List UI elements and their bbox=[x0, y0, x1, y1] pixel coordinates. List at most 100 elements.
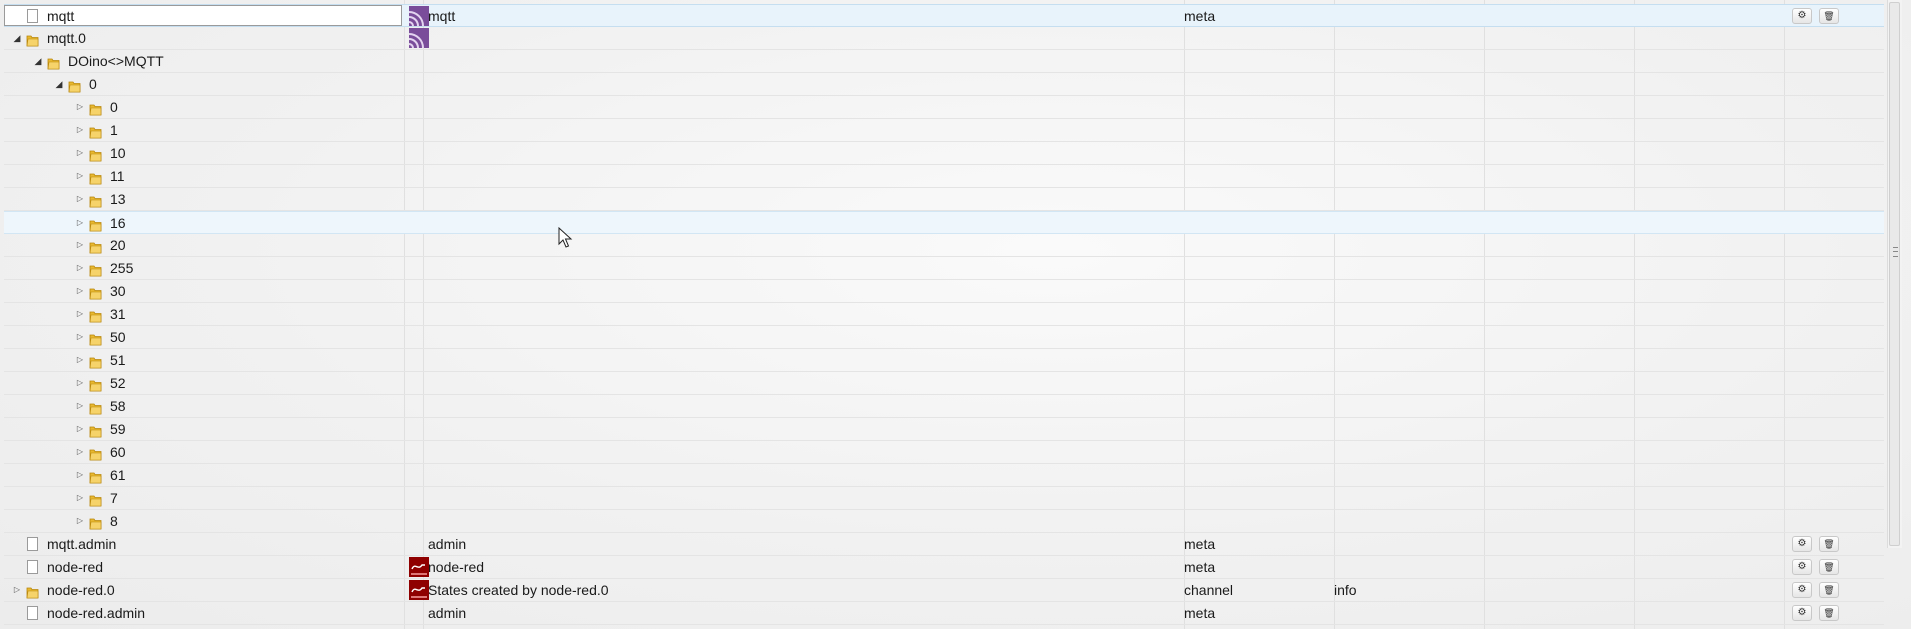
tree-row[interactable]: mqtt.admin admin meta ⚙ 🗑 bbox=[4, 533, 1884, 556]
tree-row[interactable]: ▷ 61 bbox=[4, 464, 1884, 487]
collapse-toggle-icon[interactable]: ◢ bbox=[33, 50, 43, 72]
tree-row[interactable]: ▷ 31 bbox=[4, 303, 1884, 326]
expand-toggle-icon[interactable]: ▷ bbox=[75, 510, 85, 532]
expand-toggle-icon[interactable]: ▷ bbox=[75, 257, 85, 279]
document-icon bbox=[27, 606, 38, 620]
mqtt-adapter-icon bbox=[409, 6, 429, 27]
object-id-cell[interactable]: ▷ node-red.0 bbox=[4, 579, 404, 601]
node-red-icon bbox=[409, 557, 429, 577]
tree-row[interactable]: ▷ 58 bbox=[4, 395, 1884, 418]
object-id-cell[interactable]: ▷ 59 bbox=[4, 418, 404, 440]
object-id-cell[interactable]: ▷ 58 bbox=[4, 395, 404, 417]
expand-toggle-icon[interactable]: ▷ bbox=[75, 119, 85, 141]
tree-row[interactable]: ▷ 60 bbox=[4, 441, 1884, 464]
tree-row[interactable]: ▷ 255 bbox=[4, 257, 1884, 280]
tree-row[interactable]: ▷ 10 bbox=[4, 142, 1884, 165]
expand-toggle-icon[interactable]: ▷ bbox=[75, 234, 85, 256]
object-id-cell[interactable]: ▷ 50 bbox=[4, 326, 404, 348]
delete-object-button[interactable]: 🗑 bbox=[1819, 536, 1839, 552]
tree-row[interactable]: ▷ 20 bbox=[4, 234, 1884, 257]
object-id-cell[interactable]: ◢ mqtt.0 bbox=[4, 27, 404, 49]
delete-object-button[interactable]: 🗑 bbox=[1819, 8, 1839, 24]
tree-row[interactable]: ◢ DOino<>MQTT bbox=[4, 50, 1884, 73]
object-name-cell bbox=[409, 50, 764, 72]
object-id-cell[interactable]: ▷ 8 bbox=[4, 510, 404, 532]
object-name-cell: node-red bbox=[409, 556, 764, 578]
collapse-toggle-icon[interactable]: ◢ bbox=[54, 73, 64, 95]
tree-row[interactable]: mqtt mqtt meta ⚙ 🗑 bbox=[4, 4, 1884, 27]
expand-toggle-icon[interactable]: ▷ bbox=[75, 303, 85, 325]
expand-toggle-icon[interactable]: ▷ bbox=[75, 142, 85, 164]
expand-toggle-icon[interactable]: ▷ bbox=[75, 441, 85, 463]
tree-row[interactable]: ▷ 52 bbox=[4, 372, 1884, 395]
expand-toggle-icon[interactable]: ▷ bbox=[75, 395, 85, 417]
object-id-cell[interactable]: ▷ 1 bbox=[4, 119, 404, 141]
expand-toggle-icon[interactable]: ▷ bbox=[75, 280, 85, 302]
object-id-cell[interactable]: ▷ 11 bbox=[4, 165, 404, 187]
object-id-cell[interactable]: ▷ 255 bbox=[4, 257, 404, 279]
tree-row[interactable]: ▷ 50 bbox=[4, 326, 1884, 349]
object-id-cell[interactable]: node-red.admin bbox=[4, 602, 404, 624]
tree-row[interactable]: ▷ 1 bbox=[4, 119, 1884, 142]
expand-toggle-icon[interactable]: ▷ bbox=[75, 212, 85, 234]
tree-row[interactable]: node-red node-red meta ⚙ 🗑 bbox=[4, 556, 1884, 579]
tree-row[interactable]: ▷ node-red.0 States created by node-red.0 c… bbox=[4, 579, 1884, 602]
tree-row[interactable]: ▷ 0 bbox=[4, 96, 1884, 119]
object-id-cell[interactable]: ◢ 0 bbox=[4, 73, 404, 95]
object-id-cell[interactable]: ▷ 61 bbox=[4, 464, 404, 486]
expand-toggle-icon[interactable]: ▷ bbox=[75, 464, 85, 486]
expand-toggle-icon[interactable]: ▷ bbox=[75, 96, 85, 118]
tree-row[interactable]: ▷ 11 bbox=[4, 165, 1884, 188]
object-type-cell: meta bbox=[1184, 536, 1216, 552]
object-id-label: 16 bbox=[110, 215, 126, 231]
object-id-cell[interactable]: ▷ 30 bbox=[4, 280, 404, 302]
vertical-scrollbar[interactable] bbox=[1887, 0, 1902, 548]
folder-icon bbox=[89, 330, 102, 346]
tree-row[interactable]: ▷ 51 bbox=[4, 349, 1884, 372]
delete-object-button[interactable]: 🗑 bbox=[1819, 559, 1839, 575]
object-id-cell[interactable]: ▷ 16 bbox=[4, 212, 404, 234]
collapse-toggle-icon[interactable]: ◢ bbox=[12, 27, 22, 49]
tree-row[interactable]: node-red.admin admin meta ⚙ 🗑 bbox=[4, 602, 1884, 625]
expand-toggle-icon[interactable]: ▷ bbox=[75, 487, 85, 509]
delete-object-button[interactable]: 🗑 bbox=[1819, 582, 1839, 598]
expand-toggle-icon[interactable]: ▷ bbox=[75, 165, 85, 187]
object-id-cell[interactable]: ▷ 10 bbox=[4, 142, 404, 164]
expand-toggle-icon[interactable]: ▷ bbox=[75, 326, 85, 348]
object-id-cell[interactable]: node-red bbox=[4, 556, 404, 578]
object-id-cell[interactable]: ▷ 0 bbox=[4, 96, 404, 118]
edit-object-button[interactable]: ⚙ bbox=[1792, 582, 1812, 598]
object-id-cell[interactable]: ▷ 20 bbox=[4, 234, 404, 256]
edit-object-button[interactable]: ⚙ bbox=[1792, 8, 1812, 24]
object-id-cell[interactable]: ▷ 52 bbox=[4, 372, 404, 394]
tree-row[interactable]: ▷ 59 bbox=[4, 418, 1884, 441]
tree-row[interactable]: ◢ mqtt.0 bbox=[4, 27, 1884, 50]
tree-row[interactable]: ▷ 30 bbox=[4, 280, 1884, 303]
expand-toggle-icon[interactable]: ▷ bbox=[75, 418, 85, 440]
tree-row[interactable]: ▷ 8 bbox=[4, 510, 1884, 533]
edit-object-button[interactable]: ⚙ bbox=[1792, 536, 1812, 552]
delete-object-button[interactable]: 🗑 bbox=[1819, 605, 1839, 621]
edit-object-button[interactable]: ⚙ bbox=[1792, 605, 1812, 621]
object-id-cell[interactable]: ▷ 13 bbox=[4, 188, 404, 210]
object-id-cell[interactable]: mqtt.admin bbox=[4, 533, 404, 555]
object-id-cell[interactable]: ▷ 7 bbox=[4, 487, 404, 509]
folder-icon bbox=[68, 77, 81, 93]
object-id-cell[interactable]: mqtt bbox=[4, 5, 404, 27]
object-id-label: 11 bbox=[110, 168, 125, 184]
object-name-cell bbox=[409, 395, 764, 417]
object-id-cell[interactable]: ▷ 51 bbox=[4, 349, 404, 371]
object-id-cell[interactable]: ◢ DOino<>MQTT bbox=[4, 50, 404, 72]
edit-object-button[interactable]: ⚙ bbox=[1792, 559, 1812, 575]
expand-toggle-icon[interactable]: ▷ bbox=[12, 579, 22, 601]
tree-row[interactable]: ▷ 7 bbox=[4, 487, 1884, 510]
scrollbar-thumb[interactable] bbox=[1889, 2, 1900, 546]
expand-toggle-icon[interactable]: ▷ bbox=[75, 372, 85, 394]
tree-row[interactable]: ▷ 16 bbox=[4, 211, 1884, 234]
tree-row[interactable]: ▷ 13 bbox=[4, 188, 1884, 211]
tree-row[interactable]: ◢ 0 bbox=[4, 73, 1884, 96]
expand-toggle-icon[interactable]: ▷ bbox=[75, 188, 85, 210]
expand-toggle-icon[interactable]: ▷ bbox=[75, 349, 85, 371]
object-id-cell[interactable]: ▷ 60 bbox=[4, 441, 404, 463]
object-id-cell[interactable]: ▷ 31 bbox=[4, 303, 404, 325]
